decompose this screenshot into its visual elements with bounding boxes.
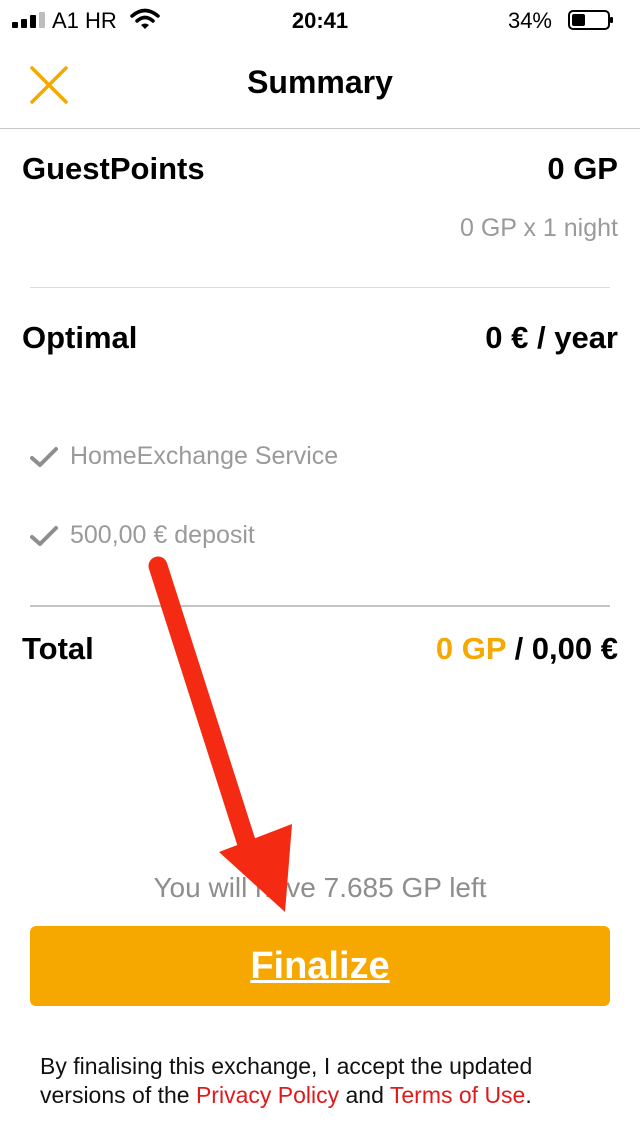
status-bar: A1 HR 20:41 34% [0, 0, 640, 40]
total-value: 0 GP / 0,00 € [436, 631, 618, 667]
guestpoints-detail: 0 GP x 1 night [460, 214, 618, 242]
total-eur: 0,00 € [531, 631, 618, 666]
battery-percentage: 34% [507, 8, 552, 33]
total-gp: 0 GP [435, 631, 506, 666]
checkmark-icon [30, 526, 58, 546]
checkmark-icon [30, 447, 58, 467]
section-divider [30, 605, 610, 607]
guestpoints-value: 0 GP [547, 151, 618, 186]
legal-suffix: . [525, 1082, 532, 1108]
header-divider [0, 128, 640, 129]
section-divider [30, 287, 610, 288]
finalize-button[interactable]: Finalize [30, 926, 610, 1006]
total-separator: / [505, 631, 532, 666]
battery-icon [568, 10, 613, 30]
plan-label: Optimal [22, 320, 138, 355]
plan-price: 0 € / year [485, 320, 618, 355]
terms-of-use-link[interactable]: Terms of Use [390, 1082, 525, 1108]
legal-middle: and [339, 1082, 390, 1108]
privacy-policy-link[interactable]: Privacy Policy [196, 1082, 339, 1108]
page-title: Summary [247, 64, 393, 100]
total-label: Total [22, 631, 94, 666]
legal-notice: By finalising this exchange, I accept th… [40, 1052, 610, 1110]
remaining-points-note: You will have 7.685 GP left [153, 872, 487, 903]
plan-feature-text: HomeExchange Service [70, 442, 339, 470]
guestpoints-label: GuestPoints [22, 151, 205, 186]
plan-feature-text: 500,00 € deposit [70, 521, 255, 549]
